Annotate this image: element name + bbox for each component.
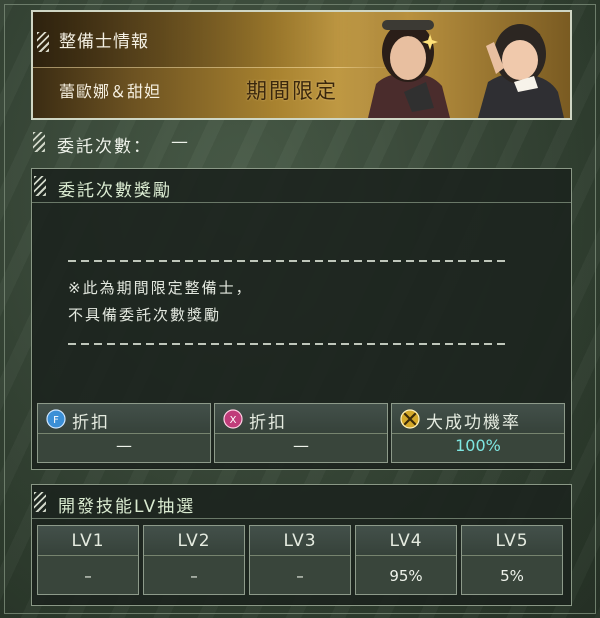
lv-value: – — [84, 567, 92, 585]
perk-label: 折扣 — [72, 413, 110, 433]
perk-header: 大成功機率 — [392, 404, 564, 434]
perk-label: 大成功機率 — [426, 413, 521, 433]
perk-label: 折扣 — [249, 413, 287, 433]
lv-label: LV3 — [250, 526, 350, 556]
limited-note-line1: ※此為期間限定整備士， — [68, 279, 253, 297]
lv-label: LV4 — [356, 526, 456, 556]
skill-panel-title: 開發技能LV抽選 — [58, 497, 196, 517]
lv-label: LV1 — [38, 526, 138, 556]
stripes-icon — [34, 176, 46, 196]
lv-cell-5: LV5 5% — [461, 525, 563, 595]
perk-fp-discount: F 折扣 — — [37, 403, 211, 463]
commission-count-row: 委託次數： — — [31, 126, 572, 158]
commission-reward-panel: 委託次數獎勵 ※此為期間限定整備士， 不具備委託次數獎勵 F 折扣 — X 折扣… — [31, 168, 572, 470]
perk-header: F 折扣 — [38, 404, 210, 434]
panel-header: 委託次數獎勵 — [32, 169, 571, 203]
perk-value: 100% — [455, 436, 501, 455]
divider — [68, 343, 506, 345]
lv-label: LV5 — [462, 526, 562, 556]
mechanic-name: 蕾歐娜＆甜妲 — [59, 82, 162, 101]
lv-value: 95% — [389, 567, 423, 585]
reward-panel-title: 委託次數獎勵 — [58, 181, 172, 201]
stripes-icon — [33, 132, 45, 152]
lv-value: 5% — [500, 567, 524, 585]
lv-label: LV2 — [144, 526, 244, 556]
mechanic-portrait — [338, 12, 570, 118]
perk-header: X 折扣 — [215, 404, 387, 434]
svg-text:X: X — [230, 415, 237, 426]
skill-lv-lottery-panel: 開發技能LV抽選 LV1 – LV2 – LV3 – LV4 95% LV5 5… — [31, 484, 572, 606]
mechanic-info-banner: 整備士情報 蕾歐娜＆甜妲 期間限定 — [31, 10, 572, 120]
panel-header: 開發技能LV抽選 — [32, 485, 571, 519]
limited-note-line2: 不具備委託次數獎勵 — [68, 306, 222, 324]
limited-time-tag: 期間限定 — [246, 79, 338, 103]
commission-count-value: — — [171, 132, 188, 152]
stripes-icon — [37, 32, 49, 52]
lv-cell-2: LV2 – — [143, 525, 245, 595]
commission-count-label: 委託次數： — [57, 137, 152, 157]
perk-value: — — [116, 436, 132, 455]
perk-great-success-rate: 大成功機率 100% — [391, 403, 565, 463]
tools-success-icon — [400, 409, 420, 429]
stripes-icon — [34, 492, 46, 512]
banner-title: 整備士情報 — [59, 32, 149, 52]
fp-discount-icon: F — [46, 409, 66, 429]
divider — [68, 260, 506, 262]
lv-value: – — [296, 567, 304, 585]
fx-discount-icon: X — [223, 409, 243, 429]
lv-cell-1: LV1 – — [37, 525, 139, 595]
perk-value: — — [293, 436, 309, 455]
lv-cell-4: LV4 95% — [355, 525, 457, 595]
lv-value: – — [190, 567, 198, 585]
svg-text:F: F — [53, 415, 59, 426]
lv-cell-3: LV3 – — [249, 525, 351, 595]
perk-fx-discount: X 折扣 — — [214, 403, 388, 463]
